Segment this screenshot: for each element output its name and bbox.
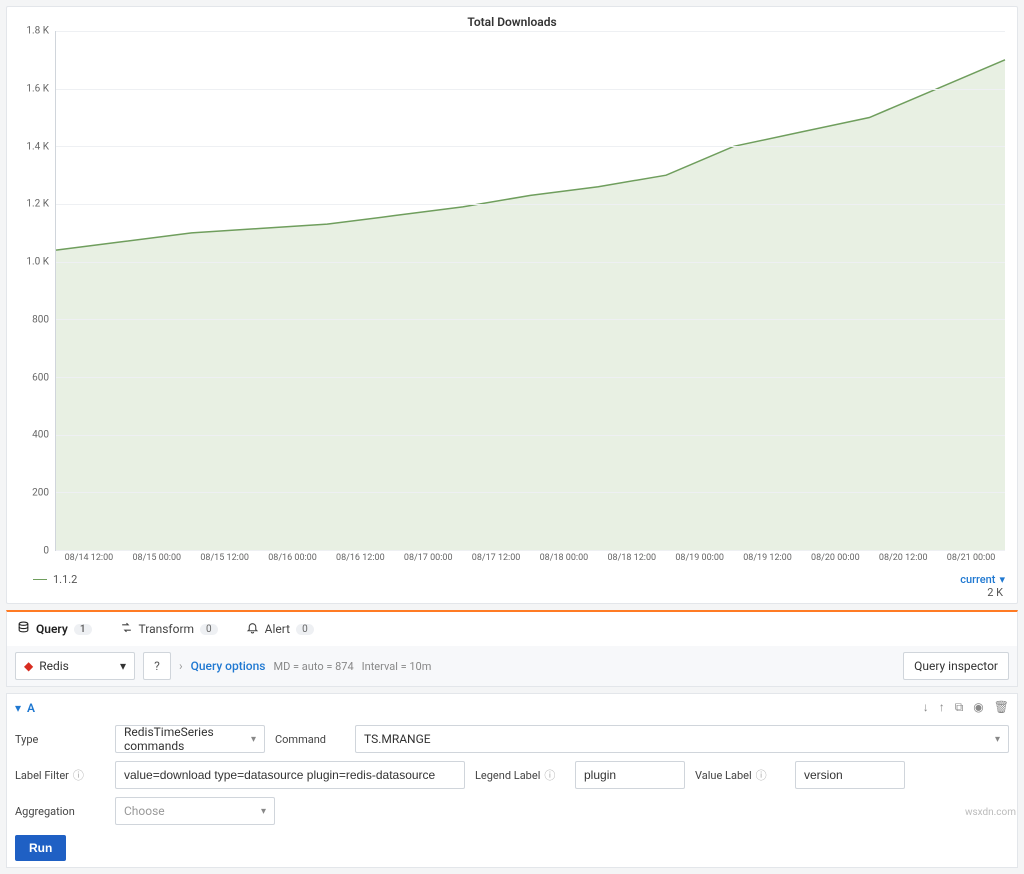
tab-alert-label: Alert (265, 622, 290, 636)
query-row-actions: ↓ ↑ ⧉ ◉ 🗑 (923, 700, 1009, 715)
legend-stat-value: 2 K (15, 586, 1009, 601)
transform-icon (120, 621, 133, 637)
value-label-label: Value Labelⓘ (695, 767, 785, 783)
toggle-visibility-icon[interactable]: ◉ (973, 700, 983, 715)
info-icon: ⓘ (544, 769, 555, 782)
x-tick: 08/21 00:00 (947, 553, 996, 563)
legend-label-label: Legend Labelⓘ (475, 767, 565, 783)
tab-query[interactable]: Query 1 (17, 621, 92, 637)
x-tick: 08/20 00:00 (811, 553, 860, 563)
chevron-down-icon: ▾ (251, 734, 256, 745)
tab-alert-count: 0 (296, 624, 314, 635)
y-tick: 0 (43, 546, 49, 557)
panel-title: Total Downloads (15, 11, 1009, 31)
chevron-down-icon: ▾ (261, 806, 266, 817)
aggregation-select[interactable]: Choose ▾ (115, 797, 275, 825)
datasource-help-button[interactable]: ? (143, 652, 171, 680)
label-filter-input[interactable] (115, 761, 465, 789)
command-label: Command (275, 733, 345, 746)
y-tick: 600 (32, 372, 49, 383)
legend-series[interactable]: 1.1.2 (33, 573, 77, 586)
tab-transform-label: Transform (139, 622, 195, 636)
trash-icon[interactable]: 🗑 (994, 700, 1009, 715)
move-down-icon[interactable]: ↓ (923, 700, 929, 715)
query-inspector-button[interactable]: Query inspector (903, 652, 1009, 680)
x-tick: 08/17 00:00 (404, 553, 453, 563)
type-select[interactable]: RedisTimeSeries commands ▾ (115, 725, 265, 753)
tab-alert[interactable]: Alert 0 (246, 621, 314, 637)
run-button[interactable]: Run (15, 835, 66, 861)
tab-transform-count: 0 (200, 624, 218, 635)
y-axis: 02004006008001.0 K1.2 K1.4 K1.6 K1.8 K (15, 31, 55, 551)
x-tick: 08/15 00:00 (132, 553, 181, 563)
info-icon: ⓘ (756, 769, 767, 782)
query-options-md: MD = auto = 874 (273, 660, 353, 673)
chevron-right-icon: › (179, 659, 183, 673)
database-icon (17, 621, 30, 637)
tab-query-count: 1 (74, 624, 92, 635)
legend-series-name: 1.1.2 (53, 573, 77, 586)
x-tick: 08/20 12:00 (879, 553, 928, 563)
duplicate-icon[interactable]: ⧉ (955, 700, 964, 715)
legend-color-icon (33, 579, 47, 580)
legend-label-input[interactable] (575, 761, 685, 789)
plot-area (55, 31, 1005, 551)
datasource-name: Redis (39, 659, 69, 673)
y-tick: 1.6 K (26, 83, 49, 94)
y-tick: 1.2 K (26, 199, 49, 210)
info-icon: ⓘ (73, 769, 84, 782)
label-filter-label: Label Filterⓘ (15, 767, 105, 783)
chart-area: 02004006008001.0 K1.2 K1.4 K1.6 K1.8 K 0… (15, 31, 1009, 571)
editor-tabs: Query 1 Transform 0 Alert 0 (6, 610, 1018, 646)
command-value: TS.MRANGE (364, 732, 431, 746)
chevron-down-icon: ▾ (120, 659, 126, 673)
legend-row: 1.1.2 current ▾ (15, 571, 1009, 586)
y-tick: 1.8 K (26, 26, 49, 37)
aggregation-label: Aggregation (15, 805, 105, 818)
y-tick: 1.4 K (26, 141, 49, 152)
query-options-toggle[interactable]: Query options (191, 659, 266, 673)
command-select[interactable]: TS.MRANGE ▾ (355, 725, 1009, 753)
x-tick: 08/18 12:00 (607, 553, 656, 563)
tab-query-label: Query (36, 622, 68, 636)
datasource-picker[interactable]: ◆ Redis ▾ (15, 652, 135, 680)
y-tick: 200 (32, 488, 49, 499)
x-tick: 08/19 12:00 (743, 553, 792, 563)
query-header: ▾ A ↓ ↑ ⧉ ◉ 🗑 (15, 700, 1009, 721)
datasource-bar: ◆ Redis ▾ ? › Query options MD = auto = … (6, 646, 1018, 687)
move-up-icon[interactable]: ↑ (939, 700, 945, 715)
redis-icon: ◆ (24, 659, 33, 673)
x-tick: 08/16 12:00 (336, 553, 385, 563)
chevron-down-icon: ▾ (999, 573, 1005, 586)
x-tick: 08/17 12:00 (472, 553, 521, 563)
legend-stat-toggle[interactable]: current ▾ (960, 573, 1005, 586)
x-tick: 08/14 12:00 (65, 553, 114, 563)
chevron-down-icon: ▾ (995, 734, 1000, 745)
tab-transform[interactable]: Transform 0 (120, 621, 218, 637)
x-axis: 08/14 12:00 08/15 00:00 08/15 12:00 08/16 0… (55, 551, 1005, 571)
y-tick: 1.0 K (26, 257, 49, 268)
y-tick: 800 (32, 314, 49, 325)
watermark: wsxdn.com (965, 807, 1016, 818)
query-editor: ▾ A ↓ ↑ ⧉ ◉ 🗑 Type RedisTimeSeries comma… (6, 693, 1018, 868)
chevron-down-icon[interactable]: ▾ (15, 701, 21, 715)
x-tick: 08/16 00:00 (268, 553, 317, 563)
bell-icon (246, 621, 259, 637)
x-tick: 08/15 12:00 (200, 553, 249, 563)
x-tick: 08/19 00:00 (675, 553, 724, 563)
query-ref-id[interactable]: A (27, 701, 35, 715)
x-tick: 08/18 00:00 (540, 553, 589, 563)
chart-panel: Total Downloads 0 200 400 600 800 1.0 K 1.2 K 1… (6, 6, 1018, 604)
y-tick: 400 (32, 430, 49, 441)
query-options-interval: Interval = 10m (362, 660, 432, 673)
help-icon: ? (154, 659, 160, 673)
legend-stat-label: current (960, 573, 995, 586)
value-label-input[interactable] (795, 761, 905, 789)
aggregation-placeholder: Choose (124, 804, 165, 818)
area-svg (56, 31, 1005, 550)
type-value: RedisTimeSeries commands (124, 725, 243, 753)
type-label: Type (15, 733, 105, 746)
